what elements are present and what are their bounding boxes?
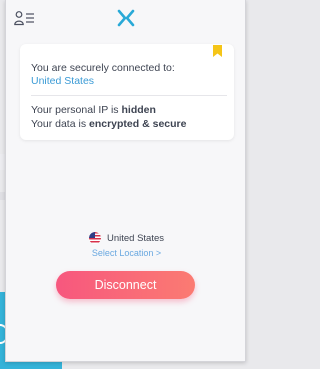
- connection-status-text: You are securely connected to:: [31, 62, 175, 74]
- card-divider: [31, 95, 227, 96]
- disconnect-button[interactable]: Disconnect: [56, 271, 195, 299]
- vpn-popup: You are securely connected to: United St…: [5, 0, 246, 362]
- us-flag-icon: [88, 232, 101, 244]
- current-location: United States: [6, 231, 245, 245]
- user-list-icon[interactable]: [14, 10, 36, 26]
- location-name: United States: [106, 232, 165, 244]
- encryption-status-prefix: Your data is: [31, 118, 89, 130]
- ip-status-value: hidden: [121, 104, 156, 116]
- x-logo-icon: [117, 9, 135, 27]
- bookmark-icon[interactable]: [213, 45, 222, 57]
- popup-header: [6, 0, 245, 38]
- select-location-link[interactable]: Select Location >: [6, 248, 245, 258]
- ip-status-prefix: Your personal IP is: [31, 104, 122, 116]
- connected-country: United States: [31, 75, 95, 87]
- encryption-status-line: Your data is encrypted & secure: [31, 118, 186, 130]
- ip-status-line: Your personal IP is hidden: [31, 104, 156, 116]
- encryption-status-value: encrypted & secure: [89, 118, 187, 130]
- connection-status-card: You are securely connected to: United St…: [20, 44, 234, 140]
